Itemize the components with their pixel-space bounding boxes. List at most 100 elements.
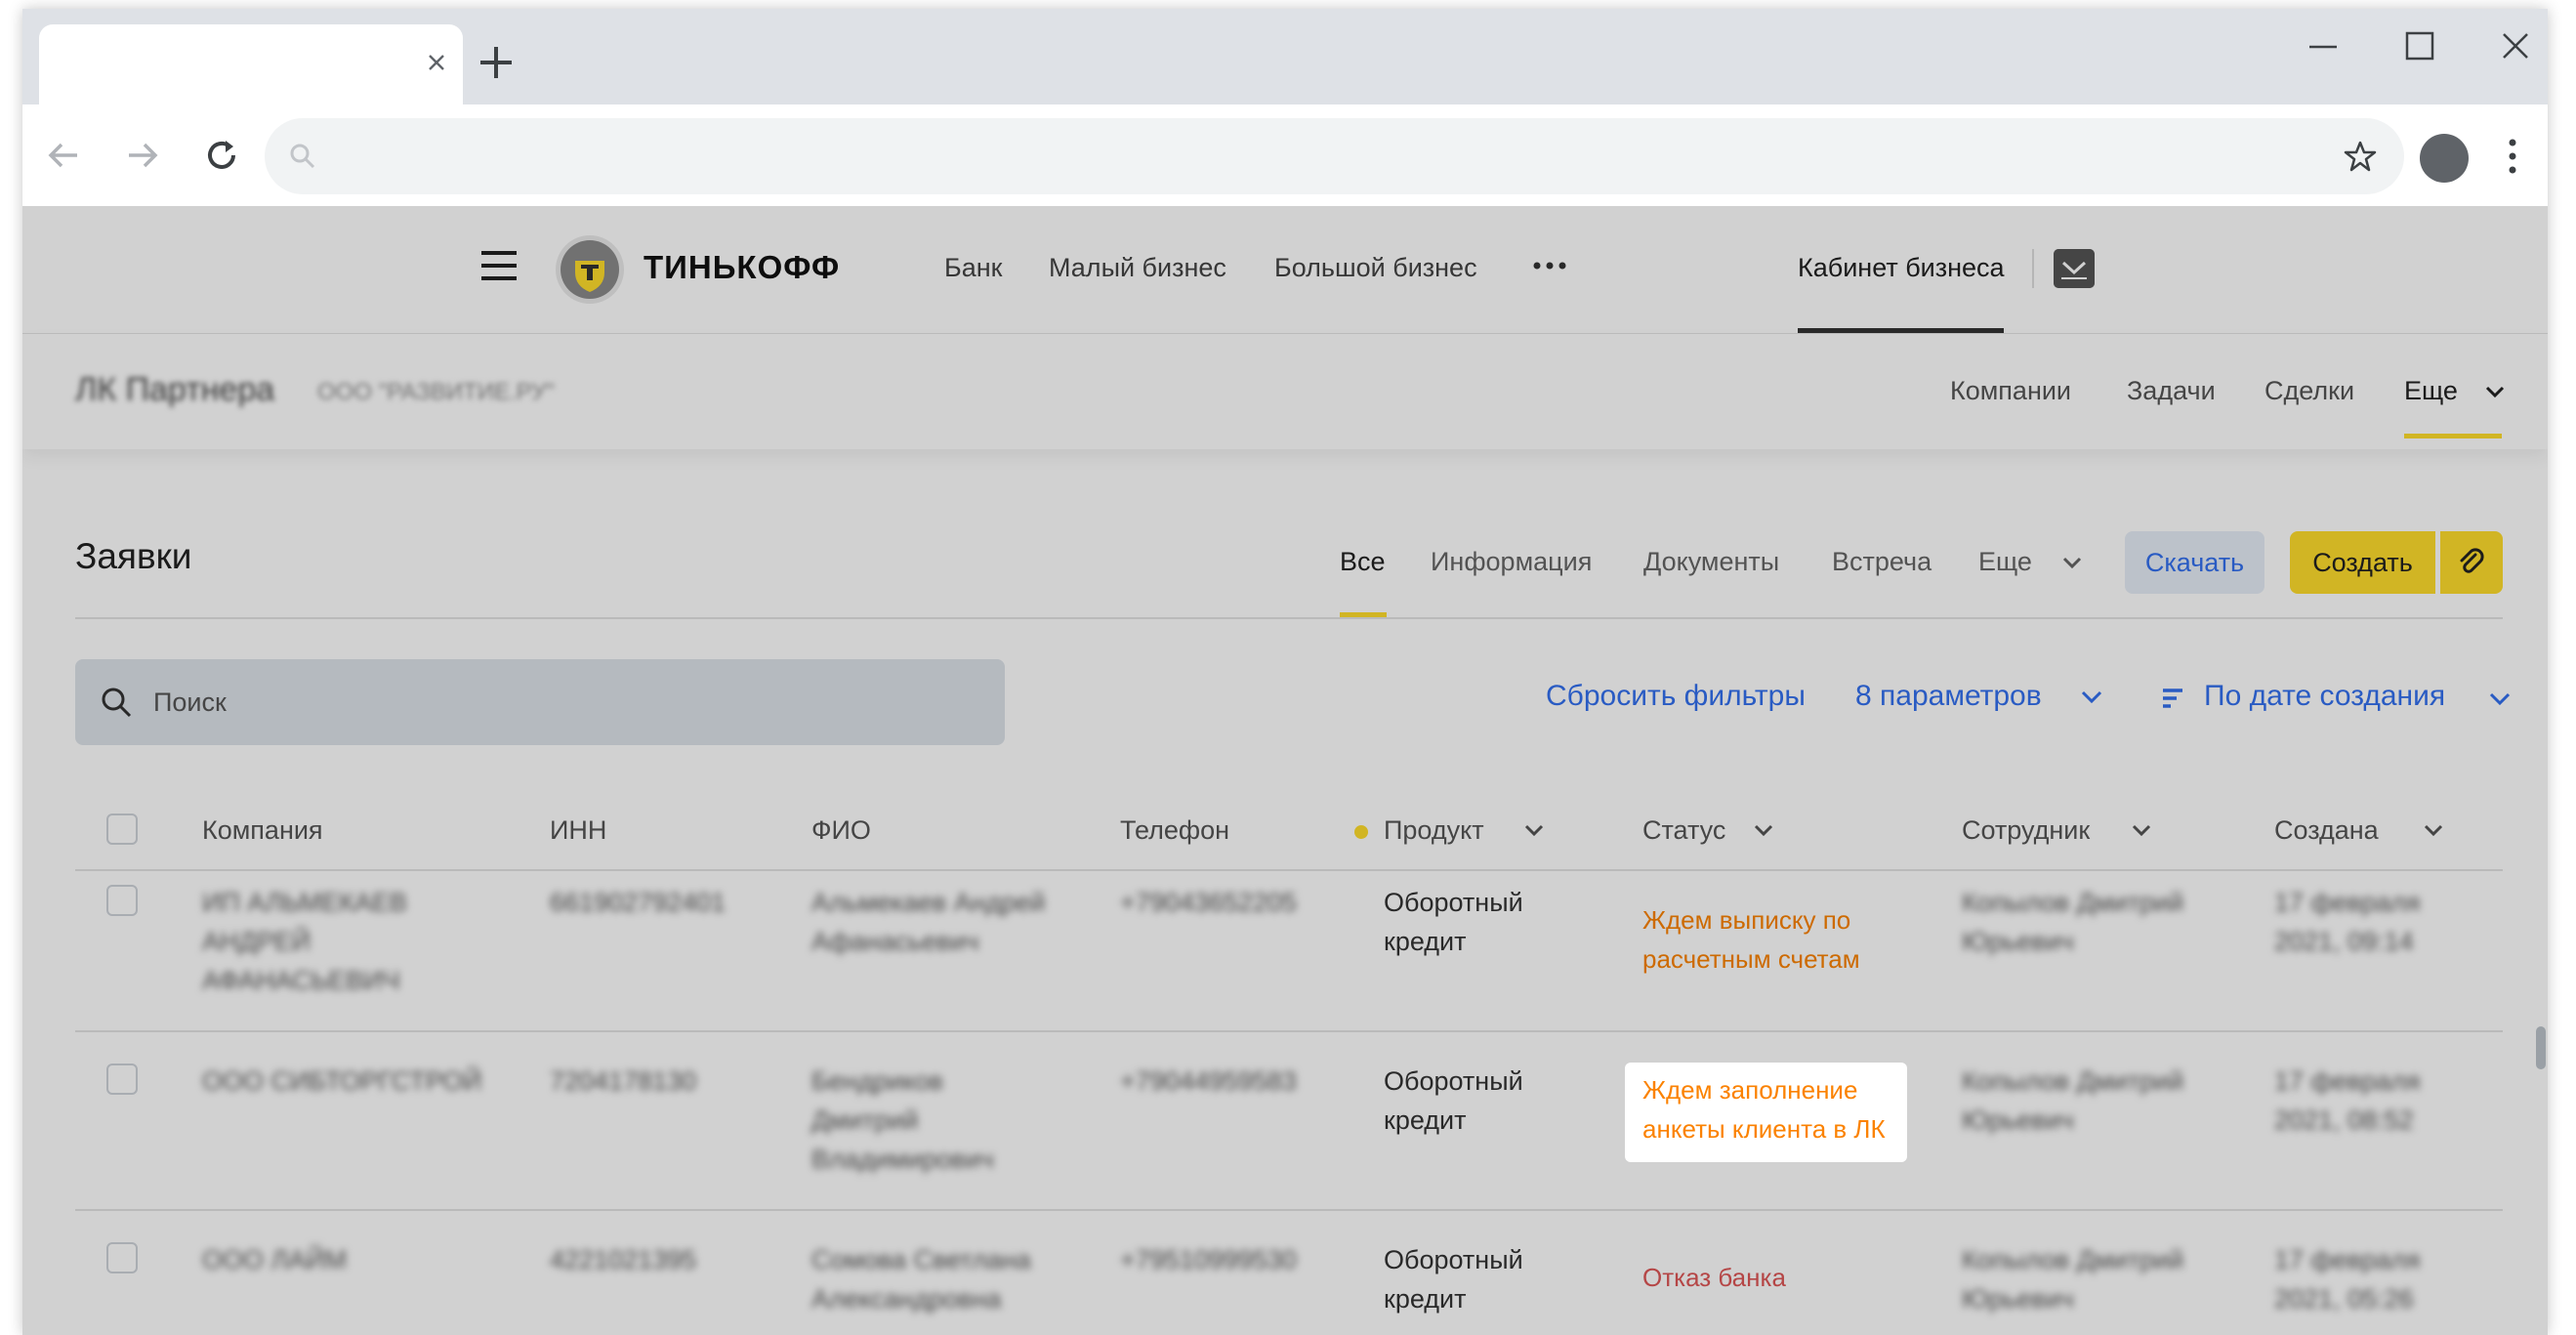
highlighted-status-cell[interactable]: Ждем заполнение анкеты клиента в ЛК bbox=[1625, 1063, 1907, 1162]
column-header-product[interactable]: Продукт bbox=[1384, 815, 1484, 846]
paperclip-icon bbox=[2460, 548, 2484, 573]
cell-inn: 7204178130 bbox=[550, 1066, 697, 1096]
more-vert-icon[interactable] bbox=[2503, 136, 2522, 177]
chevron-down-icon[interactable] bbox=[2488, 691, 2512, 706]
cell-created: 17 февраля 2021, 08:52 bbox=[2274, 1066, 2421, 1135]
cell-created: 17 февраля 2021, 05:26 bbox=[2274, 1245, 2421, 1314]
page-content: ТИНЬКОФФ Банк Малый бизнес Большой бизне… bbox=[22, 206, 2548, 1335]
column-header-status[interactable]: Статус bbox=[1642, 815, 1725, 846]
maximize-icon[interactable] bbox=[2390, 22, 2449, 71]
search-input[interactable] bbox=[153, 681, 974, 724]
subnav-more[interactable]: Еще bbox=[2404, 376, 2458, 406]
nav-link-business-cabinet[interactable]: Кабинет бизнеса bbox=[1798, 253, 2005, 283]
star-icon[interactable] bbox=[2342, 138, 2379, 175]
cell-company[interactable]: ООО СИБТОРГСТРОЙ bbox=[202, 1062, 495, 1101]
cell-fio: Сомова Светлана Александровна bbox=[811, 1245, 1031, 1314]
mailbox-icon[interactable] bbox=[2054, 249, 2095, 288]
nav-link-small-business[interactable]: Малый бизнес bbox=[1049, 253, 1226, 283]
cell-company[interactable]: ИП АЛЬМЕКАЕВ АНДРЕЙ АФАНАСЬЕВИЧ bbox=[202, 883, 495, 1000]
column-header-company[interactable]: Компания bbox=[202, 815, 323, 846]
cell-status: Ждем выписку по расчетным счетам bbox=[1642, 905, 1860, 974]
chevron-down-icon[interactable] bbox=[2080, 689, 2103, 704]
column-header-inn[interactable]: ИНН bbox=[550, 815, 606, 846]
search-icon bbox=[290, 144, 315, 169]
menu-icon[interactable] bbox=[479, 248, 519, 283]
search-box[interactable] bbox=[75, 659, 1005, 745]
cell-inn: 4221021395 bbox=[550, 1245, 697, 1274]
more-horiz-icon[interactable] bbox=[1531, 259, 1568, 272]
column-header-employee[interactable]: Сотрудник bbox=[1962, 815, 2090, 846]
active-subnav-indicator bbox=[2404, 434, 2502, 438]
plus-icon[interactable] bbox=[472, 38, 520, 87]
partner-org: ООО "РАЗВИТИЕ.РУ" bbox=[317, 379, 555, 405]
cell-employee: Копылов Дмитрий Юрьевич bbox=[1962, 1245, 2184, 1314]
reload-icon[interactable] bbox=[196, 130, 247, 181]
sort-dropdown[interactable]: По дате создания bbox=[2204, 680, 2445, 713]
close-icon[interactable] bbox=[2486, 22, 2545, 71]
subnav-link-deals[interactable]: Сделки bbox=[2264, 376, 2354, 406]
divider bbox=[2032, 249, 2034, 288]
cell-employee: Копылов Дмитрий Юрьевич bbox=[1962, 1066, 2184, 1135]
reset-filters-link[interactable]: Сбросить фильтры bbox=[1546, 680, 1806, 713]
cell-employee: Копылов Дмитрий Юрьевич bbox=[1962, 888, 2184, 956]
subnav-link-companies[interactable]: Компании bbox=[1950, 376, 2071, 406]
subnav-link-tasks[interactable]: Задачи bbox=[2127, 376, 2216, 406]
cell-phone: +79043652205 bbox=[1120, 888, 1297, 917]
scrollbar-thumb[interactable] bbox=[2536, 1026, 2546, 1069]
tab-documents[interactable]: Документы bbox=[1643, 547, 1779, 577]
row-checkbox[interactable] bbox=[106, 885, 138, 916]
cell-created: 17 февраля 2021, 09:14 bbox=[2274, 888, 2421, 956]
download-button[interactable]: Скачать bbox=[2125, 531, 2264, 594]
tab-meeting[interactable]: Встреча bbox=[1832, 547, 1932, 577]
divider bbox=[75, 617, 2503, 619]
browser-tab[interactable] bbox=[39, 24, 463, 104]
cell-product: Оборотный кредит bbox=[1384, 1245, 1523, 1314]
tab-all[interactable]: Все bbox=[1340, 547, 1386, 577]
create-button[interactable]: Создать bbox=[2290, 531, 2435, 594]
cell-fio: Бендриков Дмитрий Владимирович bbox=[811, 1066, 994, 1174]
logo-text[interactable]: ТИНЬКОФФ bbox=[644, 249, 840, 286]
chevron-down-icon[interactable] bbox=[1753, 823, 1774, 837]
tab-more[interactable]: Еще bbox=[1978, 547, 2032, 577]
cell-product: Оборотный кредит bbox=[1384, 1066, 1523, 1135]
divider bbox=[75, 1030, 2503, 1032]
nav-link-bank[interactable]: Банк bbox=[944, 253, 1002, 283]
cell-product: Оборотный кредит bbox=[1384, 888, 1523, 956]
site-header: ТИНЬКОФФ Банк Малый бизнес Большой бизне… bbox=[22, 206, 2548, 334]
page-title: Заявки bbox=[75, 536, 192, 576]
partner-title: ЛК Партнера bbox=[75, 371, 275, 408]
cell-phone: +79044959583 bbox=[1120, 1066, 1297, 1096]
forward-arrow-icon[interactable] bbox=[117, 130, 168, 181]
divider bbox=[75, 1209, 2503, 1211]
browser-window: ТИНЬКОФФ Банк Малый бизнес Большой бизне… bbox=[22, 9, 2548, 1335]
cell-company[interactable]: ООО ЛАЙМ bbox=[202, 1240, 495, 1279]
close-icon[interactable] bbox=[422, 48, 451, 77]
cell-status: Ждем заполнение анкеты клиента в ЛК bbox=[1642, 1075, 1886, 1144]
chevron-down-icon[interactable] bbox=[2423, 823, 2444, 837]
minimize-icon[interactable] bbox=[2294, 22, 2352, 71]
active-nav-indicator bbox=[1798, 328, 2004, 333]
column-header-created[interactable]: Создана bbox=[2274, 815, 2379, 846]
attach-button[interactable] bbox=[2440, 531, 2503, 594]
chevron-down-icon[interactable] bbox=[2131, 823, 2152, 837]
address-bar[interactable] bbox=[265, 118, 2404, 194]
back-arrow-icon[interactable] bbox=[38, 130, 89, 181]
tab-info[interactable]: Информация bbox=[1431, 547, 1592, 577]
partner-subnav: ЛК Партнера ООО "РАЗВИТИЕ.РУ" Компании З… bbox=[22, 334, 2548, 449]
chevron-down-icon[interactable] bbox=[2484, 385, 2506, 398]
sort-icon[interactable] bbox=[2161, 687, 2186, 710]
chevron-down-icon[interactable] bbox=[1523, 823, 1545, 837]
profile-avatar[interactable] bbox=[2420, 134, 2469, 183]
select-all-checkbox[interactable] bbox=[106, 814, 138, 845]
search-icon bbox=[102, 688, 132, 718]
filter-params-dropdown[interactable]: 8 параметров bbox=[1855, 680, 2042, 713]
tinkoff-logo-icon[interactable] bbox=[554, 233, 626, 306]
nav-link-big-business[interactable]: Большой бизнес bbox=[1274, 253, 1477, 283]
column-header-fio[interactable]: ФИО bbox=[811, 815, 871, 846]
row-checkbox[interactable] bbox=[106, 1064, 138, 1095]
chevron-down-icon[interactable] bbox=[2061, 556, 2083, 569]
row-checkbox[interactable] bbox=[106, 1242, 138, 1273]
cell-phone: +79510999530 bbox=[1120, 1245, 1297, 1274]
column-header-phone[interactable]: Телефон bbox=[1120, 815, 1229, 846]
tab-strip bbox=[22, 9, 2548, 104]
